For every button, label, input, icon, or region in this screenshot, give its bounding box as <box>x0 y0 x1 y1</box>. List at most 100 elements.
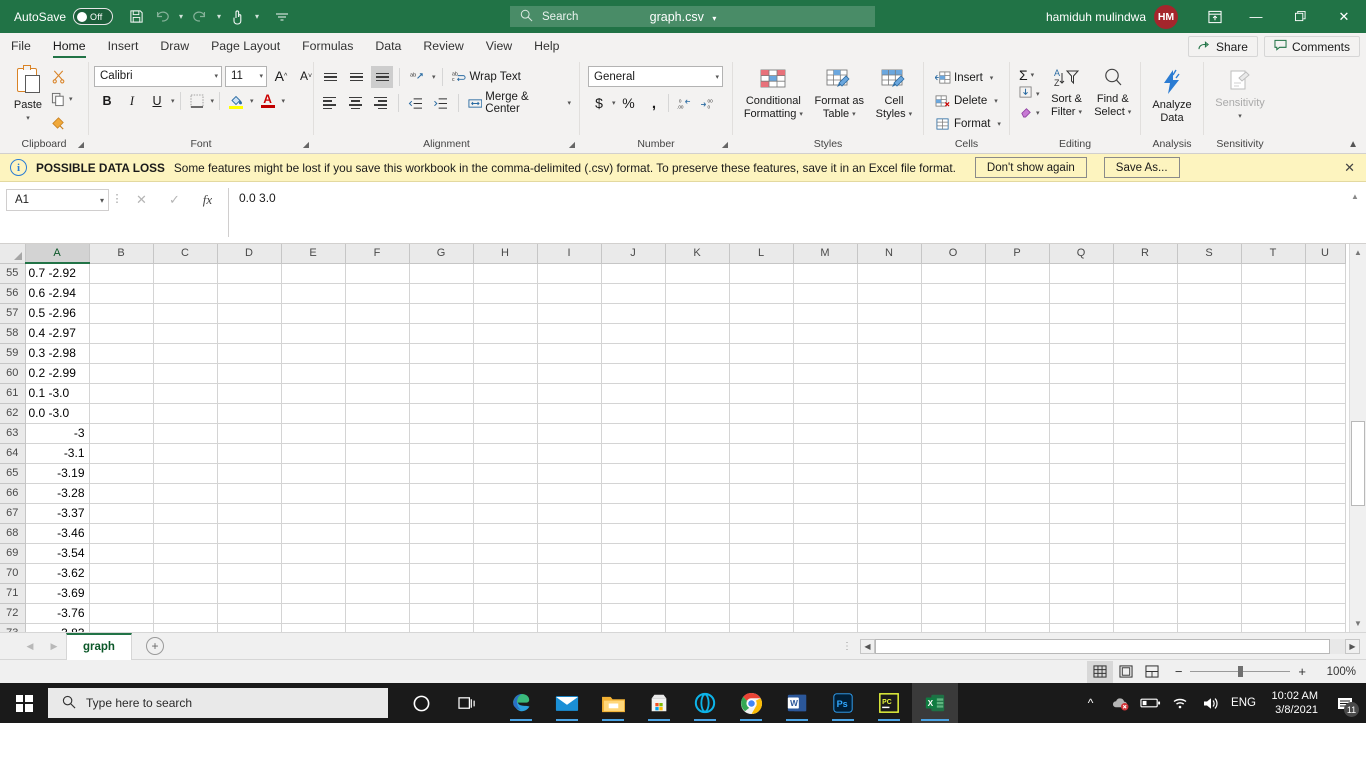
mail-icon[interactable] <box>544 683 590 723</box>
cell-D65[interactable] <box>217 463 282 484</box>
cell-H65[interactable] <box>473 463 538 484</box>
zoom-slider-thumb[interactable] <box>1238 666 1244 677</box>
collapse-ribbon-icon[interactable]: ▲ <box>1348 139 1358 150</box>
cell-S70[interactable] <box>1177 563 1242 584</box>
scroll-right-arrow[interactable]: ▶ <box>1345 638 1360 654</box>
cell-U70[interactable] <box>1305 563 1346 584</box>
cell-Q62[interactable] <box>1049 403 1114 424</box>
vertical-scrollbar[interactable]: ▲ ▼ <box>1349 244 1366 632</box>
cell-B56[interactable] <box>89 283 154 304</box>
cell-R68[interactable] <box>1113 523 1178 544</box>
align-top-icon[interactable] <box>319 66 341 88</box>
cell-B55[interactable] <box>89 263 154 284</box>
cell-U59[interactable] <box>1305 343 1346 364</box>
cell-S66[interactable] <box>1177 483 1242 504</box>
cell-D56[interactable] <box>217 283 282 304</box>
cell-L70[interactable] <box>729 563 794 584</box>
cell-U57[interactable] <box>1305 303 1346 324</box>
cell-E62[interactable] <box>281 403 346 424</box>
cell-F73[interactable] <box>345 623 410 632</box>
tab-file[interactable]: File <box>0 34 42 58</box>
grid-cells-area[interactable]: A B C D E F G H I J K L M N O P Q R S T … <box>0 244 1349 632</box>
cell-R64[interactable] <box>1113 443 1178 464</box>
cell-D72[interactable] <box>217 603 282 624</box>
cell-L62[interactable] <box>729 403 794 424</box>
align-right-icon[interactable] <box>370 92 392 114</box>
column-header-c[interactable]: C <box>153 244 218 264</box>
row-header[interactable]: 67 <box>0 503 26 524</box>
cell-Q70[interactable] <box>1049 563 1114 584</box>
cell-N55[interactable] <box>857 263 922 284</box>
cell-C69[interactable] <box>153 543 218 564</box>
font-color-icon[interactable]: A <box>257 90 279 112</box>
cell-M63[interactable] <box>793 423 858 444</box>
cell-D69[interactable] <box>217 543 282 564</box>
increase-indent-icon[interactable] <box>430 92 452 114</box>
user-name[interactable]: hamiduh mulindwa <box>1046 10 1146 24</box>
cell-J70[interactable] <box>601 563 666 584</box>
cell-F66[interactable] <box>345 483 410 504</box>
number-format-select[interactable]: General ▾ <box>588 66 723 87</box>
cell-I57[interactable] <box>537 303 602 324</box>
sheet-tab-graph[interactable]: graph <box>66 632 132 660</box>
insert-cells-dropdown-icon[interactable]: ▾ <box>990 74 994 82</box>
cell-E56[interactable] <box>281 283 346 304</box>
table-row[interactable]: 64 -3.1 <box>0 443 1346 464</box>
table-row[interactable]: 55 0.7 -2.92 <box>0 263 1346 284</box>
delete-cells-dropdown-icon[interactable]: ▾ <box>994 97 998 105</box>
fill-dropdown-icon[interactable]: ▾ <box>1036 90 1040 98</box>
table-row[interactable]: 70 -3.62 <box>0 563 1346 584</box>
cell-M65[interactable] <box>793 463 858 484</box>
cell-K69[interactable] <box>665 543 730 564</box>
cell-M68[interactable] <box>793 523 858 544</box>
cell-B63[interactable] <box>89 423 154 444</box>
analyze-data-button[interactable]: Analyze Data <box>1148 67 1195 127</box>
cell-F69[interactable] <box>345 543 410 564</box>
align-bottom-icon[interactable] <box>371 66 393 88</box>
cell-S60[interactable] <box>1177 363 1242 384</box>
cell-P62[interactable] <box>985 403 1050 424</box>
table-row[interactable]: 65 -3.19 <box>0 463 1346 484</box>
cell-O62[interactable] <box>921 403 986 424</box>
cell-S73[interactable] <box>1177 623 1242 632</box>
cell-E72[interactable] <box>281 603 346 624</box>
accounting-dropdown-icon[interactable]: ▾ <box>612 99 616 107</box>
formula-input[interactable]: 0.0 3.0 <box>228 188 1344 237</box>
sort-filter-dropdown-icon[interactable]: ▾ <box>1078 106 1082 119</box>
zoom-slider-track[interactable] <box>1190 666 1291 677</box>
cell-P68[interactable] <box>985 523 1050 544</box>
insert-cells-button[interactable]: Insert ▾ <box>932 67 996 89</box>
onedrive-error-icon[interactable] <box>1106 683 1136 723</box>
cell-T59[interactable] <box>1241 343 1306 364</box>
cell-C64[interactable] <box>153 443 218 464</box>
select-all-corner[interactable] <box>0 244 26 264</box>
photoshop-icon[interactable]: Ps <box>820 683 866 723</box>
cell-styles-button[interactable]: Cell Styles ▾ <box>872 65 916 123</box>
cell-O66[interactable] <box>921 483 986 504</box>
cell-G71[interactable] <box>409 583 474 604</box>
cell-H64[interactable] <box>473 443 538 464</box>
cell-N72[interactable] <box>857 603 922 624</box>
cell-K68[interactable] <box>665 523 730 544</box>
row-header[interactable]: 72 <box>0 603 26 624</box>
cell-F59[interactable] <box>345 343 410 364</box>
column-header-g[interactable]: G <box>409 244 474 264</box>
table-row[interactable]: 71 -3.69 <box>0 583 1346 604</box>
fill-button[interactable]: ▾ <box>1016 84 1043 103</box>
cell-a61[interactable]: 0.1 -3.0 <box>24 383 90 404</box>
show-hidden-icons-icon[interactable]: ^ <box>1076 683 1106 723</box>
cell-T56[interactable] <box>1241 283 1306 304</box>
column-header-p[interactable]: P <box>985 244 1050 264</box>
cell-M67[interactable] <box>793 503 858 524</box>
column-header-u[interactable]: U <box>1305 244 1346 264</box>
taskbar-clock[interactable]: 10:02 AM 3/8/2021 <box>1262 689 1328 717</box>
cell-R60[interactable] <box>1113 363 1178 384</box>
page-break-preview-icon[interactable] <box>1139 661 1165 683</box>
cell-S71[interactable] <box>1177 583 1242 604</box>
cell-I63[interactable] <box>537 423 602 444</box>
cell-L55[interactable] <box>729 263 794 284</box>
cell-C62[interactable] <box>153 403 218 424</box>
cell-E70[interactable] <box>281 563 346 584</box>
cell-Q57[interactable] <box>1049 303 1114 324</box>
wrap-text-button[interactable]: ab c Wrap Text <box>449 66 524 88</box>
